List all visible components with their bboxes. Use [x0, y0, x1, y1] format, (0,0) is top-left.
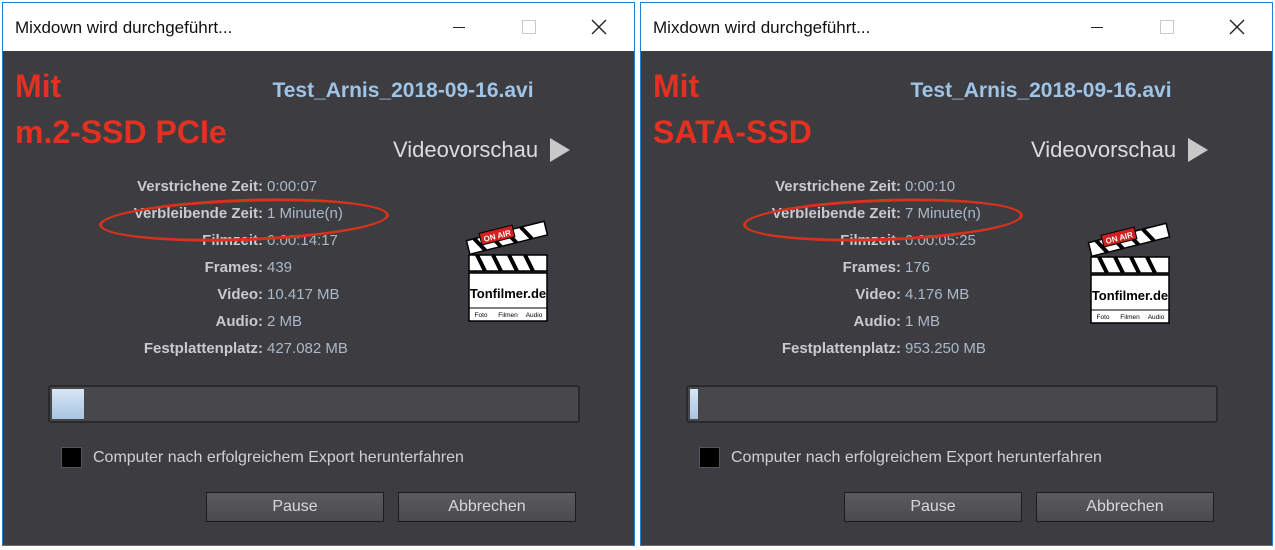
logo-tag: Filmen	[1120, 314, 1140, 321]
logo-tag: Audio	[526, 312, 543, 319]
stat-audio: Audio: 1 MB	[681, 313, 941, 337]
minimize-icon	[453, 26, 465, 28]
overlay-text-line2: m.2-SSD PCIe	[15, 114, 227, 150]
stat-audio: Audio: 2 MB	[43, 313, 303, 337]
stat-video: Video: 4.176 MB	[681, 286, 969, 310]
overlay-text-line2: SATA-SSD	[653, 114, 812, 150]
stat-disk-space: Festplattenplatz: 953.250 MB	[681, 340, 986, 364]
mixdown-dialog-left: Mixdown wird durchgeführt... Mit m.2-SSD…	[2, 2, 635, 546]
title-bar[interactable]: Mixdown wird durchgeführt...	[641, 3, 1272, 51]
stat-label: Frames:	[204, 259, 263, 276]
maximize-icon	[522, 20, 536, 34]
progress-fill	[52, 389, 84, 419]
stat-label: Festplattenplatz:	[781, 340, 901, 357]
video-preview-toggle[interactable]: Videovorschau	[1031, 137, 1209, 163]
maximize-button[interactable]	[1144, 3, 1190, 51]
close-icon	[591, 19, 607, 35]
pause-button[interactable]: Pause	[206, 492, 384, 522]
stat-value: 1 MB	[905, 313, 941, 330]
shutdown-checkbox[interactable]	[699, 447, 720, 468]
stat-label: Audio:	[853, 313, 901, 330]
export-progress-bar	[48, 385, 580, 423]
stat-value: 0:00:07	[267, 178, 318, 195]
shutdown-checkbox-label[interactable]: Computer nach erfolgreichem Export herun…	[93, 449, 464, 467]
stat-value: 176	[905, 259, 931, 276]
export-filename: Test_Arnis_2018-09-16.avi	[272, 79, 534, 102]
minimize-button[interactable]	[436, 3, 482, 51]
window-title: Mixdown wird durchgeführt...	[15, 18, 233, 37]
export-filename: Test_Arnis_2018-09-16.avi	[910, 79, 1172, 102]
cancel-button[interactable]: Abbrechen	[398, 492, 576, 522]
stat-video: Video: 10.417 MB	[43, 286, 339, 310]
stat-label: Video:	[217, 286, 263, 303]
logo-tag: Audio	[1148, 314, 1165, 321]
pause-button[interactable]: Pause	[844, 492, 1022, 522]
video-preview-label: Videovorschau	[393, 137, 539, 162]
stat-elapsed: Verstrichene Zeit: 0:00:10	[681, 178, 955, 202]
stat-label: Verstrichene Zeit:	[775, 178, 901, 195]
stat-frames: Frames: 439	[43, 259, 292, 283]
minimize-button[interactable]	[1074, 3, 1120, 51]
stat-label: Video:	[855, 286, 901, 303]
title-bar[interactable]: Mixdown wird durchgeführt...	[3, 3, 634, 51]
stat-frames: Frames: 176	[681, 259, 930, 283]
logo-tag: Foto	[1096, 314, 1109, 321]
shutdown-checkbox-label[interactable]: Computer nach erfolgreichem Export herun…	[731, 449, 1102, 467]
mixdown-dialog-right: Mixdown wird durchgeführt... Mit SATA-SS…	[640, 2, 1273, 546]
stat-value: 439	[267, 259, 293, 276]
stat-disk-space: Festplattenplatz: 427.082 MB	[43, 340, 348, 364]
cancel-button[interactable]: Abbrechen	[1036, 492, 1214, 522]
close-button[interactable]	[576, 3, 622, 51]
stat-label: Frames:	[842, 259, 901, 276]
minimize-icon	[1091, 26, 1103, 28]
play-icon	[550, 138, 571, 162]
close-icon	[1229, 19, 1245, 35]
stat-label: Festplattenplatz:	[143, 340, 263, 357]
stat-value: 4.176 MB	[905, 286, 970, 303]
stat-value: 2 MB	[267, 313, 303, 330]
maximize-button[interactable]	[506, 3, 552, 51]
play-icon	[1188, 138, 1209, 162]
video-preview-toggle[interactable]: Videovorschau	[393, 137, 571, 163]
stat-value: 427.082 MB	[267, 340, 348, 357]
tonfilmer-logo: ON AIR Tonfilmer.de Foto Filmen Audio	[1087, 222, 1171, 324]
stat-label: Audio:	[215, 313, 263, 330]
tonfilmer-logo: ON AIR Tonfilmer.de Foto Filmen Audio	[465, 220, 549, 322]
logo-brand-text: Tonfilmer.de	[1092, 288, 1168, 303]
video-preview-label: Videovorschau	[1031, 137, 1177, 162]
close-button[interactable]	[1214, 3, 1260, 51]
stat-elapsed: Verstrichene Zeit: 0:00:07	[43, 178, 317, 202]
overlay-text-line1: Mit	[653, 68, 700, 104]
shutdown-checkbox[interactable]	[61, 447, 82, 468]
stat-value: 953.250 MB	[905, 340, 986, 357]
logo-brand-text: Tonfilmer.de	[470, 286, 546, 301]
logo-tag: Foto	[474, 312, 487, 319]
stat-value: 10.417 MB	[267, 286, 340, 303]
progress-fill	[690, 389, 698, 419]
logo-tag: Filmen	[498, 312, 518, 319]
overlay-text-line1: Mit	[15, 68, 62, 104]
stat-value: 0:00:10	[905, 178, 956, 195]
stat-label: Verstrichene Zeit:	[137, 178, 263, 195]
export-progress-bar	[686, 385, 1218, 423]
window-title: Mixdown wird durchgeführt...	[653, 18, 871, 37]
maximize-icon	[1160, 20, 1174, 34]
